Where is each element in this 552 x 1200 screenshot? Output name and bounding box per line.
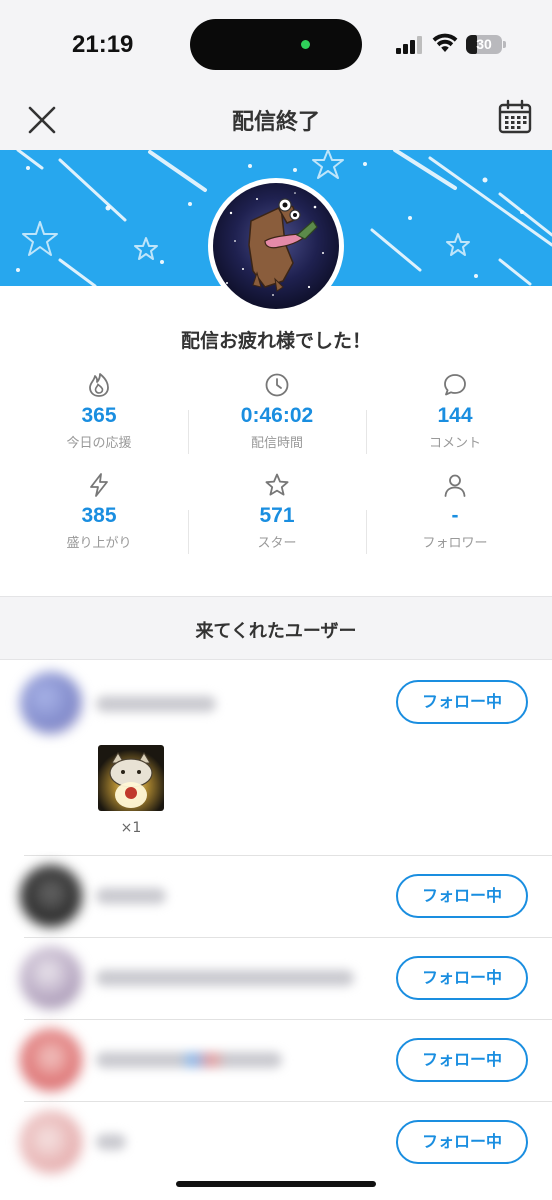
camera-indicator-dot [301,40,310,49]
congratulations-message: 配信お疲れ様でした！ [180,330,371,352]
list-item[interactable]: フォロー中 ×1 [0,660,552,855]
battery-percentage: 30 [476,36,492,52]
stat-excitement: 385 盛り上がり [10,470,188,570]
stat-value: 365 [81,404,117,427]
stat-cheers: 365 今日の応援 [10,370,188,470]
home-indicator[interactable] [176,1181,376,1187]
stats-row-1: 365 今日の応援 0:46:02 配信時間 144 コメント [10,370,542,470]
calendar-icon[interactable] [496,98,534,136]
stat-stars: 571 スター [188,470,366,570]
visitors-section-header: 来てくれたユーザー [0,596,552,660]
stats-row-2: 385 盛り上がり 571 スター - フォロワー [10,470,542,570]
section-title: 来てくれたユーザー [195,621,357,642]
avatar [20,1029,82,1091]
avatar-image [213,183,339,309]
lightning-icon [90,473,108,497]
stream-stats: 365 今日の応援 0:46:02 配信時間 144 コメント 385 盛り上が… [10,370,542,570]
stat-label: 今日の応援 [66,436,132,451]
list-item[interactable]: フォロー中 [0,1102,552,1182]
following-button[interactable]: フォロー中 [396,956,528,1000]
stat-label: 盛り上がり [66,536,132,551]
stat-value: - [451,504,459,527]
battery-icon: 30 [466,35,502,54]
status-time: 21:19 [72,31,134,58]
user-name [96,1134,126,1150]
following-button[interactable]: フォロー中 [396,1120,528,1164]
user-name [96,970,354,986]
user-name [96,696,216,712]
following-button[interactable]: フォロー中 [396,874,528,918]
stat-value: 144 [437,404,473,427]
list-item[interactable]: フォロー中 [0,1020,552,1100]
stat-label: スター [257,536,297,551]
avatar [20,947,82,1009]
gift-icon [98,745,164,811]
status-bar: 21:19 30 [0,0,552,90]
gift-count: ×1 [120,820,142,836]
clock-icon [265,373,289,397]
stat-label: コメント [428,436,481,451]
stat-value: 571 [259,504,295,527]
avatar [20,865,82,927]
stat-comments: 144 コメント [366,370,544,470]
list-item[interactable]: フォロー中 [0,856,552,936]
page-title: 配信終了 [231,110,320,135]
user-name [96,1052,282,1068]
user-icon [444,474,466,497]
cellular-signal-icon [396,36,424,54]
avatar [20,672,82,734]
list-item[interactable]: フォロー中 [0,938,552,1018]
streamer-avatar[interactable] [208,178,344,314]
stat-label: フォロワー [422,536,488,551]
stat-stream-time: 0:46:02 配信時間 [188,370,366,470]
navigation-bar: 配信終了 [0,90,552,150]
comment-icon [444,374,466,396]
dynamic-island [190,19,362,70]
following-button[interactable]: フォロー中 [396,680,528,724]
flame-icon [89,373,109,397]
stat-followers: - フォロワー [366,470,544,570]
avatar [20,1111,82,1173]
stat-label: 配信時間 [250,436,303,451]
following-button[interactable]: フォロー中 [396,1038,528,1082]
star-icon [265,473,289,496]
battery-cap [503,41,506,48]
wifi-icon [432,33,458,52]
stat-value: 385 [81,504,117,527]
user-name [96,888,166,904]
stat-value: 0:46:02 [240,404,314,427]
